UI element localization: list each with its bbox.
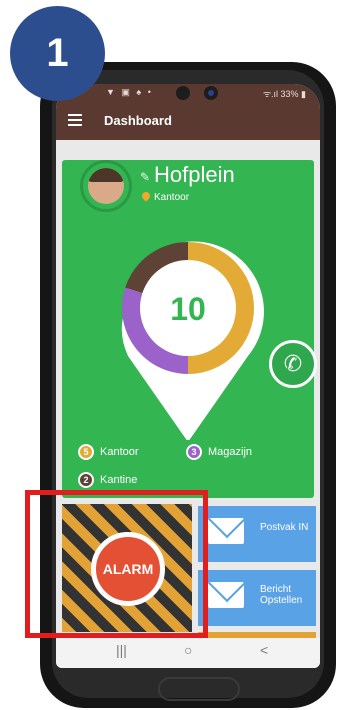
legend-count: 2	[78, 472, 94, 488]
call-button[interactable]: ✆	[269, 340, 317, 388]
status-icons-left: ▼ ▣ ♠ •	[106, 87, 153, 97]
legend-item-kantine: 2 Kantine	[78, 472, 137, 488]
phone-bottom-speaker	[158, 677, 240, 701]
legend-label: Kantoor	[100, 446, 139, 458]
compose-label-line2: Opstellen	[260, 595, 303, 606]
app-bar-title: Dashboard	[104, 113, 172, 128]
compose-label-line1: Bericht	[260, 584, 292, 595]
legend-item-kantoor: 5 Kantoor	[78, 444, 139, 460]
location-card[interactable]: ✎ Hofplein Kantoor 10 ✆ 5 Kantoor 3 Maga…	[62, 160, 317, 498]
envelope-icon	[208, 518, 244, 544]
inbox-label: Postvak IN	[260, 522, 309, 533]
legend-count: 3	[186, 444, 202, 460]
home-icon[interactable]: ○	[184, 642, 192, 658]
recents-icon[interactable]: |||	[116, 642, 127, 658]
occupancy-chart: 10	[62, 220, 314, 442]
legend-label: Magazijn	[208, 446, 253, 458]
compose-label: Bericht Opstellen	[260, 584, 302, 606]
plus-icon: +	[234, 594, 244, 611]
edit-pencil-icon[interactable]: ✎	[140, 170, 150, 184]
location-pin-icon	[140, 190, 152, 202]
location-type-label: Kantoor	[154, 192, 190, 203]
compose-tile[interactable]: + Bericht Opstellen	[198, 570, 316, 626]
donut-center-value: 10	[170, 291, 206, 327]
location-name: Hofplein	[154, 162, 235, 187]
highlight-box	[25, 490, 208, 638]
phone-icon: ✆	[283, 351, 303, 376]
legend-item-magazijn: 3 Magazijn	[186, 444, 252, 460]
step-badge: 1	[10, 6, 105, 101]
hamburger-icon[interactable]	[68, 114, 82, 126]
inbox-tile[interactable]: Postvak IN	[198, 506, 316, 562]
legend-label: Kantine	[100, 474, 138, 486]
occupancy-chart-svg: 10	[121, 241, 264, 442]
front-camera	[204, 86, 218, 100]
front-sensor	[176, 86, 190, 100]
system-nav-bar: ||| ○ <	[56, 638, 320, 668]
app-bar: Dashboard	[56, 102, 320, 140]
legend-count: 5	[78, 444, 94, 460]
back-icon[interactable]: <	[260, 642, 268, 658]
location-type: Kantoor	[140, 190, 190, 203]
avatar[interactable]	[80, 160, 132, 212]
status-bar: ▼ ▣ ♠ • ᯤ.ıl 33% ▮	[56, 84, 320, 102]
avatar-photo	[88, 168, 124, 204]
status-battery: ᯤ.ıl 33% ▮	[262, 89, 306, 99]
